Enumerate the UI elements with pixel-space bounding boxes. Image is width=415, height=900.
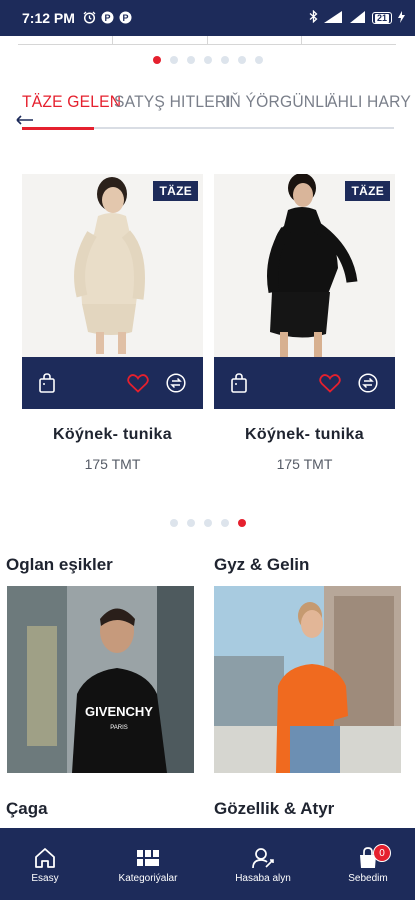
shopping-bag-icon[interactable] xyxy=(36,372,58,394)
products-carousel-dots xyxy=(170,519,246,527)
category-title[interactable]: Çaga xyxy=(6,799,48,819)
carousel-dot[interactable] xyxy=(255,56,263,64)
product-price: 175 TMT xyxy=(276,456,333,472)
nav-label: Kategoriýalar xyxy=(118,873,178,884)
alarm-icon xyxy=(83,11,96,26)
product-image[interactable]: TÄZE xyxy=(214,174,395,357)
product-tabs: TÄZE GELEN SATYŞ HITLERI IŇ ÝÖRGÜNLI ÄHL… xyxy=(0,92,415,132)
svg-text:P: P xyxy=(122,13,128,23)
carousel-dot[interactable] xyxy=(238,56,246,64)
tab-discounts[interactable]: IŇ ÝÖRGÜNLI xyxy=(225,92,329,112)
carousel-dot[interactable] xyxy=(187,519,195,527)
previous-section-fragment xyxy=(0,36,415,48)
scroll-left-arrow-icon[interactable] xyxy=(16,112,34,130)
product-actions-bar xyxy=(214,357,395,409)
carousel-dot[interactable] xyxy=(221,519,229,527)
heart-icon[interactable] xyxy=(319,372,341,394)
tab-best-sellers[interactable]: SATYŞ HITLERI xyxy=(114,92,231,112)
home-icon xyxy=(34,846,56,870)
carousel-dot[interactable] xyxy=(221,56,229,64)
product-name[interactable]: Köýnek- tunika xyxy=(214,426,395,444)
charging-icon xyxy=(398,10,405,26)
cart-count-badge: 0 xyxy=(373,844,391,862)
bottom-navigation: Esasy Kategoriýalar Hasaba alyn 0 Sebedi… xyxy=(0,828,415,900)
nav-label: Hasaba alyn xyxy=(235,873,291,884)
status-icons-right: 21 xyxy=(309,9,405,26)
categories-icon xyxy=(136,846,160,870)
svg-text:PARIS: PARIS xyxy=(110,725,128,731)
battery-level: 21 xyxy=(374,12,389,23)
product-price: 175 TMT xyxy=(84,456,141,472)
carousel-dot[interactable] xyxy=(238,519,246,527)
product-image[interactable]: TÄZE xyxy=(22,174,203,357)
nav-cart[interactable]: 0 Sebedim xyxy=(345,828,391,900)
nav-label: Esasy xyxy=(31,873,59,884)
category-image-women[interactable] xyxy=(214,586,401,773)
battery-icon: 21 xyxy=(371,12,392,24)
top-carousel-dots xyxy=(153,56,263,64)
category-image-men[interactable]: GIVENCHY PARIS xyxy=(7,586,194,773)
svg-text:GIVENCHY: GIVENCHY xyxy=(85,704,153,719)
carousel-dot[interactable] xyxy=(170,519,178,527)
nav-home[interactable]: Esasy xyxy=(22,828,68,900)
status-icons-left: P P xyxy=(83,11,132,26)
carousel-dot[interactable] xyxy=(170,56,178,64)
carousel-dot[interactable] xyxy=(187,56,195,64)
signal-icon xyxy=(349,10,366,26)
bluetooth-icon xyxy=(309,9,318,26)
shopping-bag-icon[interactable] xyxy=(228,372,250,394)
tab-all-products[interactable]: ÄHLI HARY xyxy=(327,92,411,112)
carousel-dot[interactable] xyxy=(204,56,212,64)
nav-label: Sebedim xyxy=(348,873,388,884)
nav-categories[interactable]: Kategoriýalar xyxy=(108,828,188,900)
add-user-icon xyxy=(251,846,275,870)
compare-icon[interactable] xyxy=(165,372,187,394)
compare-icon[interactable] xyxy=(357,372,379,394)
status-bar: 7:12 PM P P 21 xyxy=(0,0,415,36)
p-app-icon: P xyxy=(101,11,114,26)
carousel-dot[interactable] xyxy=(204,519,212,527)
new-badge: TÄZE xyxy=(153,181,198,201)
carousel-dot[interactable] xyxy=(153,56,161,64)
category-title[interactable]: Oglan eşikler xyxy=(6,555,113,575)
signal-icon xyxy=(323,10,344,26)
app-screen: 7:12 PM P P 21 TÄZE GELEN SATYŞ HITLERI … xyxy=(0,0,415,900)
p-app-icon: P xyxy=(119,11,132,26)
product-actions-bar xyxy=(22,357,203,409)
product-name[interactable]: Köýnek- tunika xyxy=(22,426,203,444)
heart-icon[interactable] xyxy=(127,372,149,394)
category-title[interactable]: Gyz & Gelin xyxy=(214,555,309,575)
status-time: 7:12 PM xyxy=(22,10,75,26)
svg-text:P: P xyxy=(104,13,110,23)
new-badge: TÄZE xyxy=(345,181,390,201)
category-title[interactable]: Gözellik & Atyr xyxy=(214,799,334,819)
tab-new-arrivals[interactable]: TÄZE GELEN xyxy=(22,92,121,112)
nav-register[interactable]: Hasaba alyn xyxy=(228,828,298,900)
